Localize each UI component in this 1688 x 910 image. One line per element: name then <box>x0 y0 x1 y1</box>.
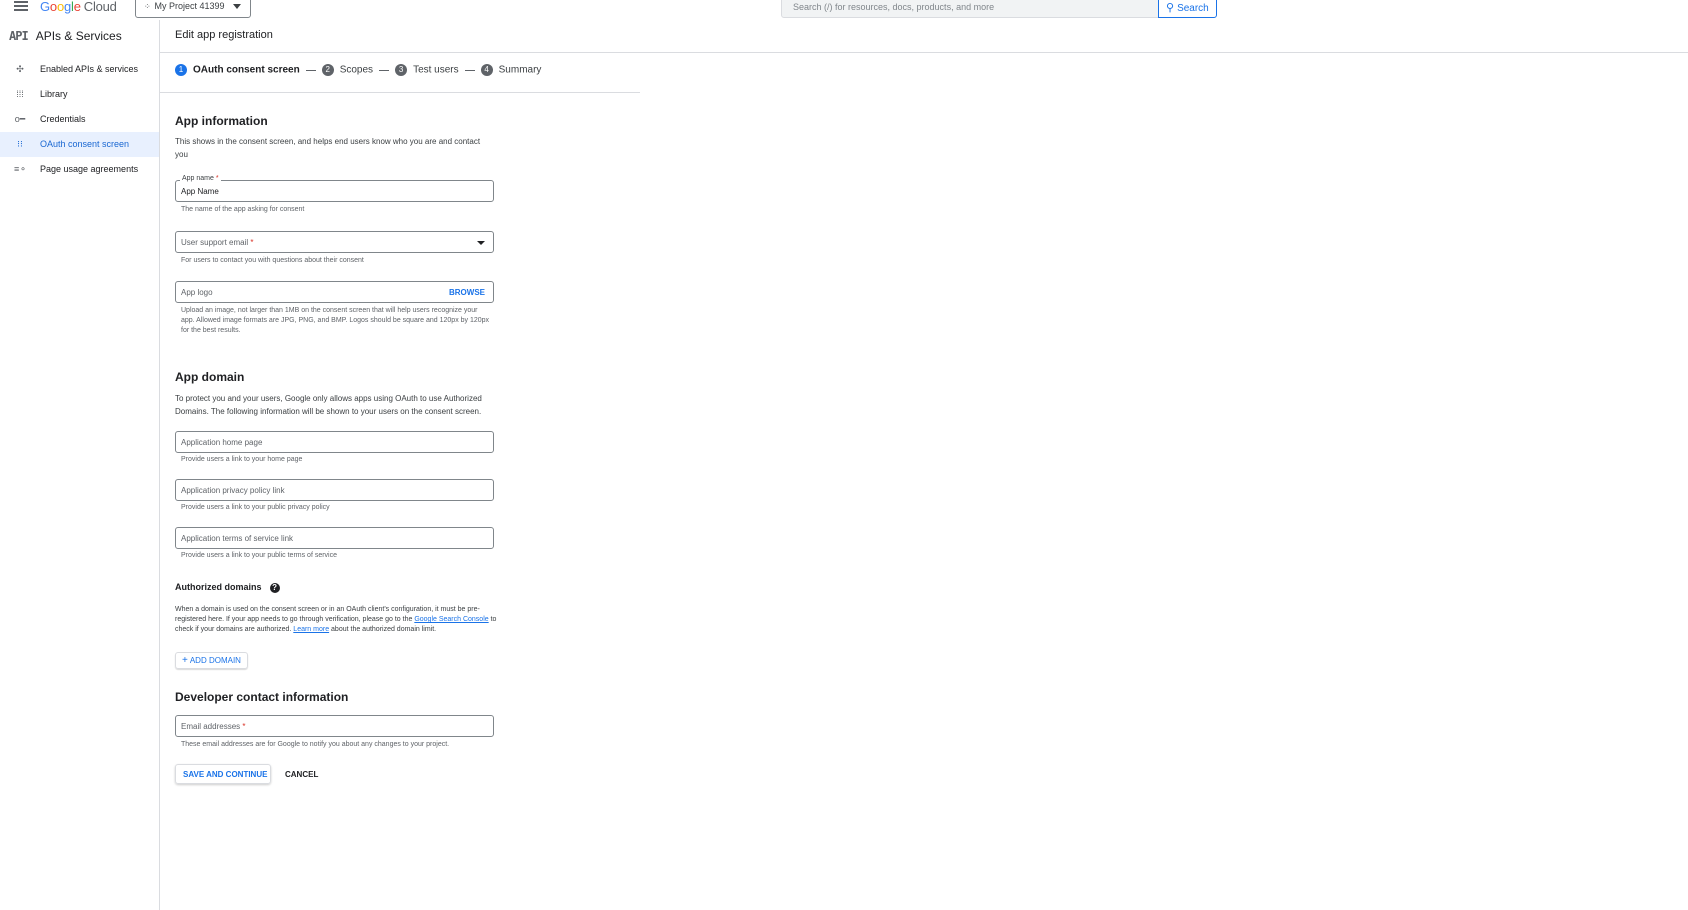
user-support-email-hint: For users to contact you with questions … <box>181 257 364 264</box>
google-cloud-logo[interactable]: Google Cloud <box>40 0 117 14</box>
authorized-domains-heading: Authorized domains? <box>175 582 280 593</box>
help-icon[interactable]: ? <box>269 582 280 593</box>
app-information-heading: App information <box>175 114 268 128</box>
agreements-icon: ≡⚬ <box>14 164 27 174</box>
app-name-field[interactable]: App name * App Name <box>175 175 494 202</box>
sidebar: API APIs & Services ✣ Enabled APIs & serv… <box>0 20 160 910</box>
hub-icon: ✣ <box>16 64 24 74</box>
step-divider <box>379 69 390 71</box>
google-search-console-link[interactable]: Google Search Console <box>414 616 488 623</box>
application-terms-of-service-input[interactable]: Application terms of service link <box>175 527 494 549</box>
page-title: Edit app registration <box>175 29 273 41</box>
authorized-domains-description: When a domain is used on the consent scr… <box>175 606 497 633</box>
key-icon: o━ <box>14 114 26 124</box>
api-icon: API <box>9 29 29 43</box>
app-information-description: This shows in the consent screen, and he… <box>175 137 481 159</box>
email-addresses-hint: These email addresses are for Google to … <box>181 741 450 748</box>
step-divider <box>464 69 475 71</box>
email-addresses-label: Email addresses * <box>181 722 246 731</box>
learn-more-link[interactable]: Learn more <box>293 626 329 633</box>
project-selector[interactable]: ⁘ My Project 41399 <box>135 0 251 18</box>
app-domain-heading: App domain <box>175 370 245 384</box>
project-icon: ⁘ <box>144 2 151 11</box>
sidebar-header: API APIs & Services <box>9 29 122 43</box>
application-privacy-policy-input[interactable]: Application privacy policy link <box>175 479 494 501</box>
hamburger-menu-icon[interactable] <box>14 1 28 13</box>
app-logo-hint: Upload an image, not larger than 1MB on … <box>181 307 490 334</box>
browse-button[interactable]: BROWSE <box>449 288 485 297</box>
app-logo-field[interactable]: App logo BROWSE <box>175 281 494 303</box>
top-bar: Google Cloud ⁘ My Project 41399 Search (/… <box>0 0 1688 20</box>
chevron-down-icon <box>233 4 241 9</box>
email-addresses-field[interactable]: Email addresses * <box>175 715 494 737</box>
step-test-users[interactable]: 3 Test users <box>395 64 459 76</box>
sidebar-item-label: OAuth consent screen <box>40 139 130 149</box>
step-scopes[interactable]: 2 Scopes <box>321 64 373 76</box>
sidebar-item-label: Library <box>40 89 68 99</box>
app-logo-label: App logo <box>181 288 213 297</box>
consent-icon: ⁝⁝ <box>17 139 23 149</box>
page-header: Edit app registration <box>160 20 1688 53</box>
grid-icon: ⁞⁞⁞ <box>16 89 24 99</box>
sidebar-item-label: Credentials <box>40 114 86 124</box>
step-oauth-consent-screen[interactable]: 1 OAuth consent screen <box>175 64 300 76</box>
sidebar-item-page-usage-agreements[interactable]: ≡⚬ Page usage agreements <box>0 157 159 182</box>
search-input[interactable]: Search (/) for resources, docs, products… <box>781 0 1159 18</box>
app-domain-description: To protect you and your users, Google on… <box>175 394 482 416</box>
dropdown-arrow-icon <box>477 241 485 245</box>
application-privacy-policy-hint: Provide users a link to your public priv… <box>181 504 330 511</box>
sidebar-item-label: Page usage agreements <box>40 164 139 174</box>
sidebar-item-credentials[interactable]: o━ Credentials <box>0 107 159 132</box>
user-support-email-label: User support email * <box>181 238 254 247</box>
step-summary[interactable]: 4 Summary <box>480 64 541 76</box>
user-support-email-select[interactable]: User support email * <box>175 231 494 253</box>
application-home-page-placeholder: Application home page <box>181 438 263 447</box>
project-name: My Project 41399 <box>154 1 225 11</box>
developer-contact-heading: Developer contact information <box>175 690 349 704</box>
sidebar-item-enabled-apis[interactable]: ✣ Enabled APIs & services <box>0 57 159 82</box>
search-placeholder: Search (/) for resources, docs, products… <box>793 2 995 12</box>
application-home-page-input[interactable]: Application home page <box>175 431 494 453</box>
add-domain-button[interactable]: + ADD DOMAIN <box>175 652 248 669</box>
sidebar-item-library[interactable]: ⁞⁞⁞ Library <box>0 82 159 107</box>
main-content: Edit app registration 1 OAuth consent scr… <box>160 20 1688 910</box>
application-privacy-policy-placeholder: Application privacy policy link <box>181 486 285 495</box>
stepper: 1 OAuth consent screen 2 Scopes 3 Test users 4… <box>175 64 541 84</box>
search-button[interactable]: ⚲ Search <box>1158 0 1217 18</box>
stepper-divider <box>160 92 640 93</box>
plus-icon: + <box>182 655 188 666</box>
cancel-button[interactable]: CANCEL <box>285 770 318 779</box>
step-divider <box>305 69 316 71</box>
application-home-page-hint: Provide users a link to your home page <box>181 456 303 463</box>
app-name-hint: The name of the app asking for consent <box>181 206 305 213</box>
application-terms-of-service-hint: Provide users a link to your public term… <box>181 552 338 559</box>
search-button-label: Search <box>1177 3 1209 14</box>
app-name-value: App Name <box>181 187 219 196</box>
save-and-continue-button[interactable]: SAVE AND CONTINUE <box>175 764 271 784</box>
sidebar-item-oauth-consent-screen[interactable]: ⁝⁝ OAuth consent screen <box>0 132 159 157</box>
search-icon: ⚲ <box>1166 2 1175 14</box>
sidebar-item-label: Enabled APIs & services <box>40 64 139 74</box>
app-name-label: App name * <box>180 175 221 182</box>
application-terms-of-service-placeholder: Application terms of service link <box>181 534 294 543</box>
sidebar-title: APIs & Services <box>35 29 122 43</box>
